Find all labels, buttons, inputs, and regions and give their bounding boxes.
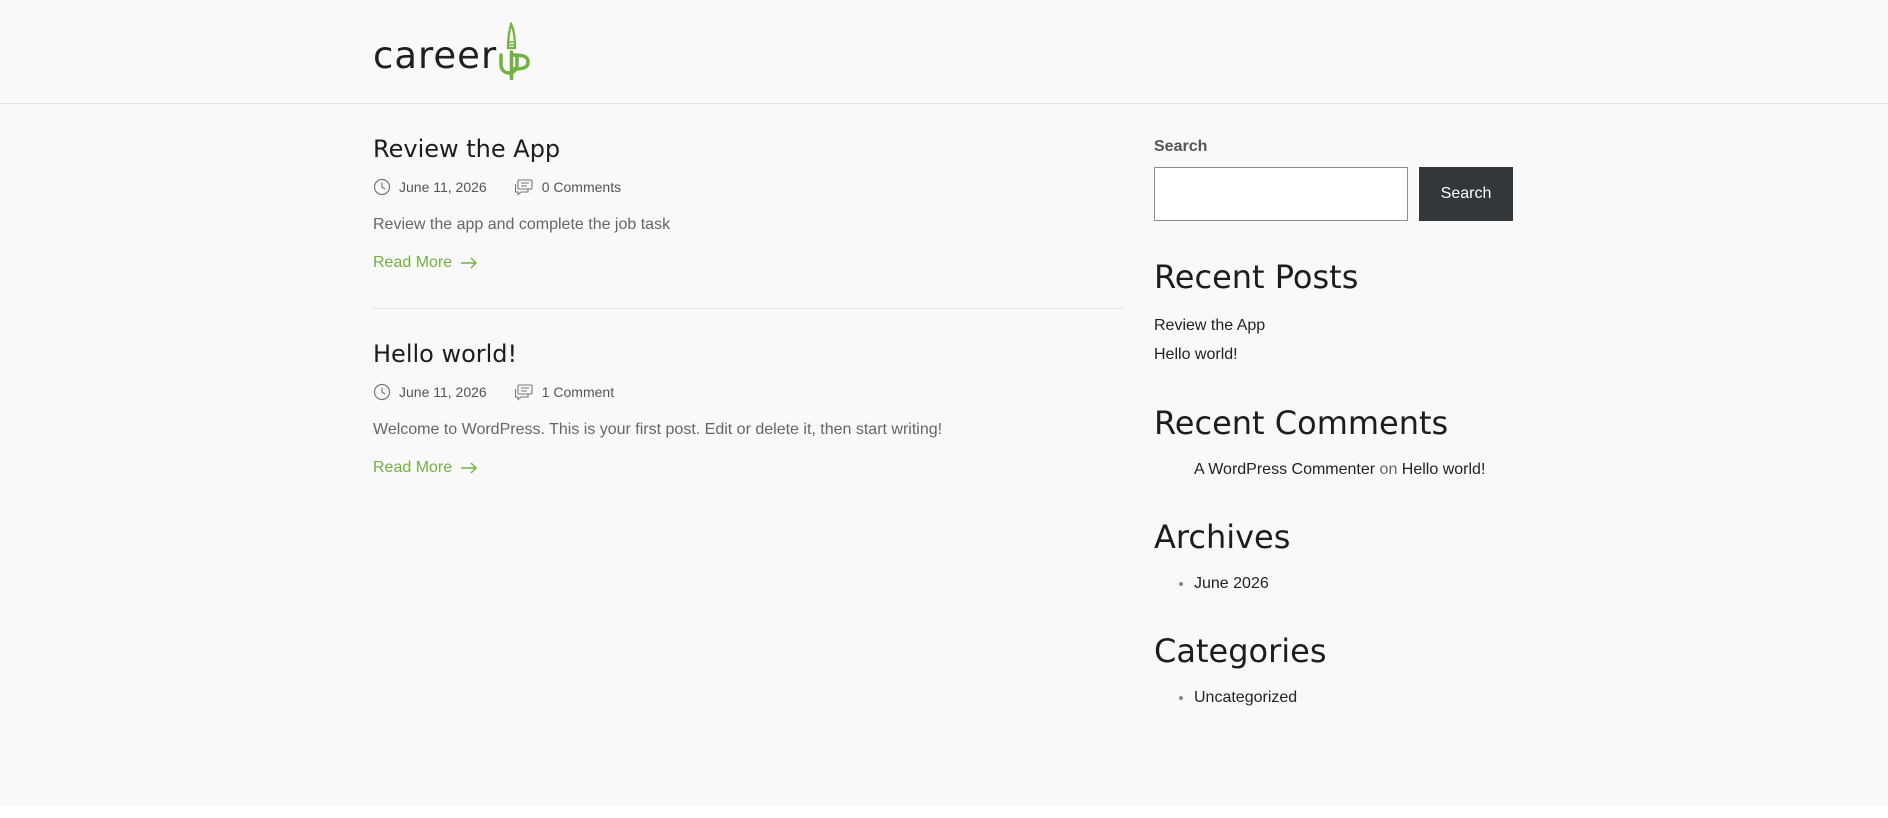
arrow-right-icon	[461, 462, 478, 474]
read-more-link[interactable]: Read More	[373, 252, 478, 274]
page: career Review the App June 11, 2026 0 Co…	[0, 0, 1888, 806]
recent-post-link[interactable]: Review the App	[1154, 311, 1514, 340]
post-comments-text[interactable]: 1 Comment	[542, 384, 614, 400]
post-comments-text[interactable]: 0 Comments	[542, 179, 621, 195]
clock-icon	[373, 178, 391, 196]
post-excerpt: Review the app and complete the job task	[373, 216, 671, 233]
recent-posts-heading: Recent Posts	[1154, 258, 1359, 296]
post-meta: June 11, 2026 0 Comments	[373, 176, 1124, 198]
post-item: Review the App June 11, 2026 0 Comments …	[373, 104, 1124, 308]
recent-posts-list: Review the App Hello world!	[1154, 311, 1514, 369]
rocket-icon	[499, 20, 530, 81]
post-date: June 11, 2026	[373, 178, 487, 196]
read-more-link[interactable]: Read More	[373, 457, 478, 479]
recent-post-link[interactable]: Hello world!	[1154, 340, 1514, 369]
arrow-right-icon	[461, 257, 478, 269]
post-title[interactable]: Review the App	[373, 134, 1124, 164]
sidebar: Search Search Recent Posts Review the Ap…	[1154, 104, 1514, 707]
category-link[interactable]: Uncategorized	[1194, 689, 1514, 707]
post-list: Review the App June 11, 2026 0 Comments …	[373, 104, 1124, 479]
read-more-label: Read More	[373, 459, 453, 476]
logo-rocket-up	[498, 20, 534, 81]
comment-author-link[interactable]: A WordPress Commenter	[1194, 461, 1375, 478]
post-date-text[interactable]: June 11, 2026	[399, 179, 487, 195]
recent-comments-heading: Recent Comments	[1154, 404, 1449, 442]
recent-comment-item: A WordPress Commenter on Hello world!	[1194, 461, 1514, 479]
comments-icon	[514, 179, 533, 196]
post-item: Hello world! June 11, 2026 1 Comment Wel…	[373, 308, 1124, 479]
comment-post-link[interactable]: Hello world!	[1402, 461, 1486, 478]
post-date-text[interactable]: June 11, 2026	[399, 384, 487, 400]
post-comments: 0 Comments	[514, 178, 621, 196]
post-date: June 11, 2026	[373, 383, 487, 401]
logo-text: career	[373, 34, 498, 77]
search-input[interactable]	[1154, 167, 1408, 221]
search-label: Search	[1154, 138, 1208, 155]
comment-on-text: on	[1379, 461, 1398, 478]
archives-heading: Archives	[1154, 518, 1291, 556]
search-form: Search	[1154, 167, 1514, 221]
recent-comments-list: A WordPress Commenter on Hello world!	[1154, 461, 1514, 479]
clock-icon	[373, 383, 391, 401]
categories-heading: Categories	[1154, 632, 1327, 670]
comments-icon	[514, 384, 533, 401]
archive-link[interactable]: June 2026	[1194, 575, 1514, 593]
search-button[interactable]: Search	[1419, 167, 1513, 221]
post-excerpt: Welcome to WordPress. This is your first…	[373, 421, 943, 438]
categories-list: Uncategorized	[1154, 689, 1514, 707]
site-header: career	[0, 0, 1888, 104]
post-meta: June 11, 2026 1 Comment	[373, 381, 1124, 403]
post-title[interactable]: Hello world!	[373, 339, 1124, 369]
post-comments: 1 Comment	[514, 383, 614, 401]
archives-list: June 2026	[1154, 575, 1514, 593]
read-more-label: Read More	[373, 254, 453, 271]
site-logo[interactable]: career	[373, 20, 534, 81]
